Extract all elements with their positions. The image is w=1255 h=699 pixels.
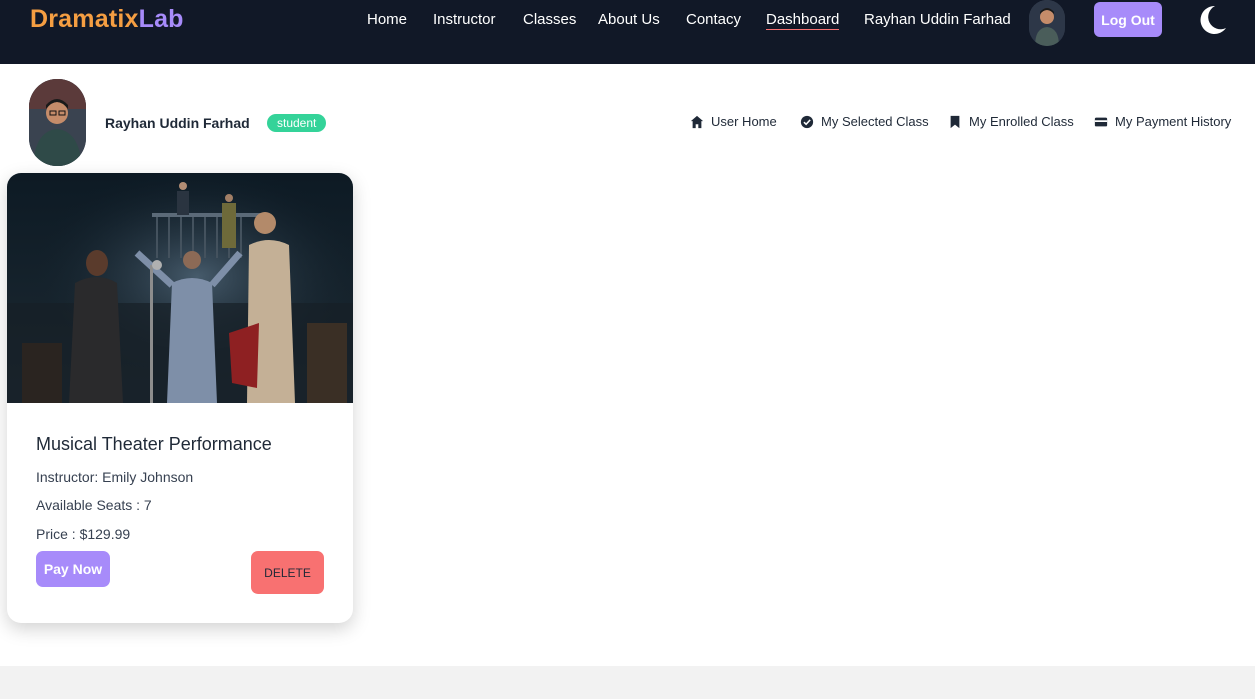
nav-user-name: Rayhan Uddin Farhad: [864, 11, 1011, 28]
class-seats: Available Seats : 7: [36, 497, 152, 513]
dash-link-label: My Selected Class: [821, 114, 929, 129]
pay-now-button[interactable]: Pay Now: [36, 551, 110, 587]
role-badge: student: [267, 114, 327, 132]
check-circle-icon: [800, 115, 814, 128]
dash-link-user-home[interactable]: User Home: [690, 114, 777, 129]
moon-icon[interactable]: [1198, 4, 1228, 36]
class-card: Musical Theater Performance Instructor: …: [7, 173, 353, 623]
nav-dashboard[interactable]: Dashboard: [766, 11, 840, 30]
dash-link-label: My Enrolled Class: [969, 114, 1074, 129]
footer-strip: [0, 666, 1255, 699]
home-icon: [690, 115, 704, 128]
nav-classes[interactable]: Classes: [523, 11, 576, 28]
dash-link-payment-history[interactable]: My Payment History: [1094, 114, 1231, 129]
profile-name: Rayhan Uddin Farhad: [105, 115, 250, 131]
top-navbar: DramatixLab Home Instructor Classes Abou…: [0, 0, 1255, 64]
class-image: [7, 173, 353, 403]
nav-contacy[interactable]: Contacy: [686, 11, 741, 28]
brand-logo[interactable]: DramatixLab: [30, 5, 184, 34]
nav-instructor[interactable]: Instructor: [433, 11, 496, 28]
brand-part-1: Dramatix: [30, 5, 139, 33]
dash-link-label: My Payment History: [1115, 114, 1232, 129]
class-price: Price : $129.99: [36, 526, 131, 542]
avatar[interactable]: [1029, 0, 1065, 46]
dash-link-label: User Home: [711, 114, 777, 129]
dash-link-selected-class[interactable]: My Selected Class: [800, 114, 929, 129]
dash-link-enrolled-class[interactable]: My Enrolled Class: [948, 114, 1074, 129]
credit-card-icon: [1094, 117, 1108, 126]
class-title: Musical Theater Performance: [36, 434, 272, 454]
class-instructor: Instructor: Emily Johnson: [36, 469, 194, 485]
logout-button[interactable]: Log Out: [1094, 2, 1162, 37]
profile-avatar: [29, 79, 86, 166]
brand-part-2: Lab: [138, 5, 184, 33]
bookmark-icon: [950, 115, 960, 128]
nav-home[interactable]: Home: [367, 11, 407, 28]
delete-button[interactable]: DELETE: [251, 551, 324, 594]
nav-about-us[interactable]: About Us: [598, 11, 660, 28]
